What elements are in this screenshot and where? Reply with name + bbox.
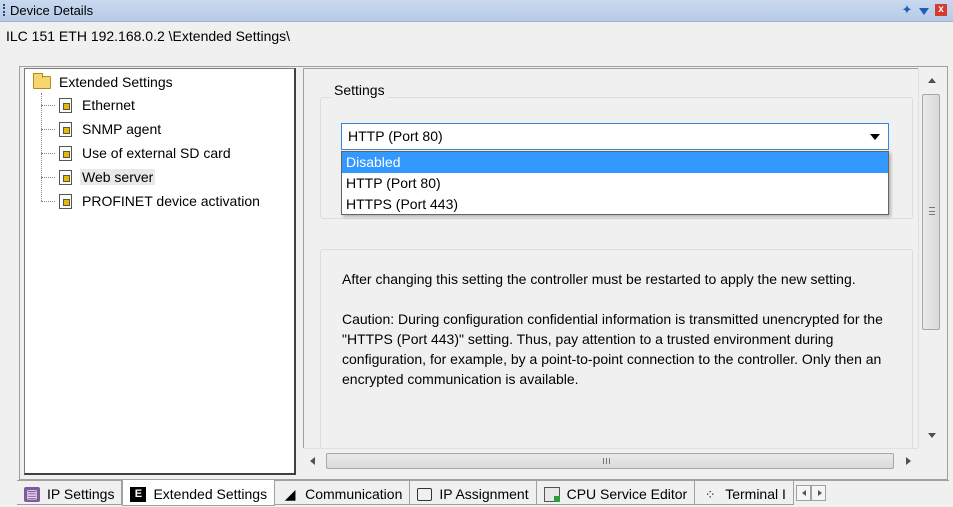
tab-communication[interactable]: ◢ Communication (275, 481, 411, 505)
tab-ip-assignment[interactable]: IP Assignment (410, 481, 537, 505)
tab-label: IP Assignment (439, 486, 529, 502)
tree-item-label: SNMP agent (82, 121, 162, 137)
scroll-down-icon[interactable] (928, 433, 936, 438)
tree-root-label: Extended Settings (59, 74, 173, 90)
settings-page-icon (59, 145, 72, 161)
communication-icon: ◢ (284, 485, 296, 502)
ip-settings-icon: ▤ (24, 486, 40, 502)
scroll-right-icon[interactable] (906, 457, 911, 465)
extended-settings-icon: E (130, 486, 147, 502)
tree-item-web-server[interactable]: Web server (41, 167, 156, 187)
settings-page-icon (59, 97, 72, 113)
tree-item-profinet[interactable]: PROFINET device activation (41, 191, 262, 211)
tab-scroll-buttons (795, 485, 826, 501)
close-icon[interactable]: x (935, 4, 947, 16)
tree-item-sd-card[interactable]: Use of external SD card (41, 143, 233, 163)
tree-item-label: Web server (80, 169, 156, 185)
settings-panel: Settings HTTP (Port 80) Disabled HTTP (P… (303, 68, 918, 448)
option-disabled[interactable]: Disabled (342, 152, 888, 173)
chevron-down-icon[interactable] (870, 134, 880, 140)
settings-page-icon (59, 193, 72, 209)
option-https[interactable]: HTTPS (Port 443) (342, 194, 888, 215)
settings-page-icon (59, 121, 72, 137)
pin-icon[interactable]: ✦ (901, 3, 913, 17)
tree-item-label: Use of external SD card (82, 145, 231, 161)
tree-item-snmp-agent[interactable]: SNMP agent (41, 119, 163, 139)
tab-ip-settings[interactable]: ▤ IP Settings (17, 481, 123, 505)
settings-tree[interactable]: Extended Settings Ethernet SNMP agent Us… (24, 68, 296, 475)
horizontal-scrollbar[interactable] (303, 448, 918, 472)
tree-item-ethernet[interactable]: Ethernet (41, 95, 137, 115)
titlebar-buttons: ✦ x (901, 3, 947, 17)
ip-assignment-icon (417, 487, 433, 501)
bottom-tab-bar: ▤ IP Settings E Extended Settings ◢ Comm… (17, 480, 949, 507)
tree-root[interactable]: Extended Settings (33, 72, 175, 90)
option-http[interactable]: HTTP (Port 80) (342, 173, 888, 194)
restart-note: After changing this setting the controll… (342, 271, 856, 287)
tab-label: Communication (305, 486, 403, 502)
tree-item-label: PROFINET device activation (82, 193, 260, 209)
select-value: HTTP (Port 80) (348, 128, 443, 144)
grip-handle[interactable] (3, 4, 5, 16)
dropdown-icon[interactable] (919, 7, 929, 15)
scroll-left-icon[interactable] (310, 457, 315, 465)
scroll-corner (918, 448, 944, 472)
settings-group-label: Settings (331, 82, 388, 98)
caution-note: Caution: During configuration confidenti… (342, 311, 883, 387)
settings-page-icon (59, 169, 72, 185)
scroll-up-icon[interactable] (928, 78, 936, 83)
panel-titlebar: Device Details ✦ x (0, 0, 953, 22)
vertical-scrollbar[interactable] (918, 68, 944, 448)
tab-label: Terminal I (725, 486, 786, 502)
info-text: After changing this setting the controll… (342, 269, 897, 409)
tab-scroll-right-icon[interactable] (810, 485, 826, 501)
tab-label: CPU Service Editor (566, 486, 688, 502)
tree-item-label: Ethernet (82, 97, 135, 113)
web-server-mode-select[interactable]: HTTP (Port 80) (341, 123, 889, 150)
breadcrumb: ILC 151 ETH 192.168.0.2 \Extended Settin… (0, 23, 953, 53)
select-dropdown-list: Disabled HTTP (Port 80) HTTPS (Port 443) (341, 151, 889, 215)
tab-scroll-left-icon[interactable] (795, 485, 811, 501)
folder-icon (33, 72, 51, 89)
terminal-icon: ⁘ (704, 486, 716, 502)
tab-label: Extended Settings (153, 486, 268, 502)
vertical-scroll-thumb[interactable] (922, 94, 940, 330)
horizontal-scroll-thumb[interactable] (326, 453, 894, 469)
tab-terminal[interactable]: ⁘ Terminal I (695, 481, 794, 505)
panel-title: Device Details (10, 3, 94, 18)
cpu-service-icon (543, 486, 560, 502)
tab-extended-settings[interactable]: E Extended Settings (122, 480, 276, 506)
tab-cpu-service-editor[interactable]: CPU Service Editor (536, 481, 696, 505)
tab-label: IP Settings (47, 486, 115, 502)
